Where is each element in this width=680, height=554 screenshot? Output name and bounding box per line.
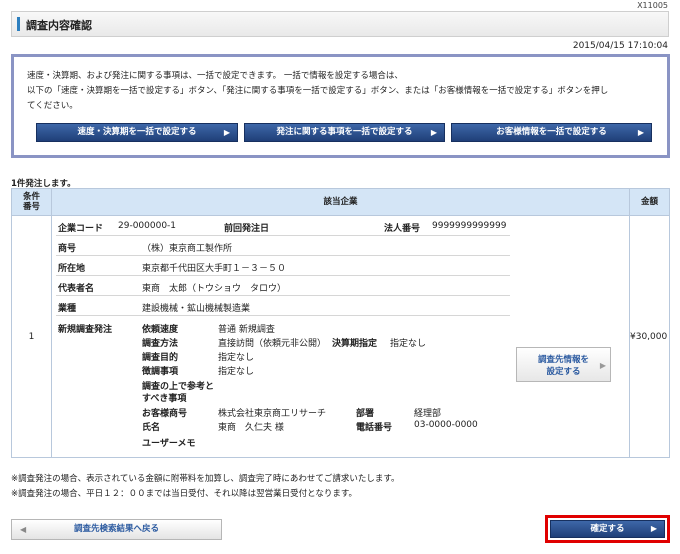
address-row: 所在地 東京都千代田区大手町１－３－５０: [56, 256, 510, 276]
industry-row: 業種 建設機械・鉱山機械製造業: [56, 296, 510, 316]
purpose-value: 指定なし: [218, 353, 255, 363]
fiscal-label: 決算期指定: [332, 339, 378, 349]
timestamp: 2015/04/15 17:10:04: [572, 41, 668, 51]
chevron-right-icon: ▶: [223, 128, 230, 137]
company-code-row: 企業コード 29-000000-1 前回発注日 法人番号 99999999999…: [56, 216, 510, 236]
method-label: 調査方法: [142, 339, 179, 349]
bulk-settings-box: 速度・決算期、および発注に関する事項は、一括で設定できます。 一括で情報を設定す…: [11, 54, 670, 158]
bulk-speed-fiscal-label: 速度・決算期を一括で設定する: [77, 127, 197, 137]
instruction-line-1: 速度・決算期、および発注に関する事項は、一括で設定できます。 一括で情報を設定す…: [27, 71, 403, 81]
note-line-1: ※調査発注の場合、表示されている金額に附帯料を加算し、調査完了時にあわせてご請求…: [11, 474, 400, 484]
company-header: 該当企業: [51, 188, 630, 216]
phone-value: 03-0000-0000: [414, 420, 478, 430]
industry-value: 建設機械・鉱山機械製造業: [142, 304, 251, 314]
set-info-label-line2: 設定する: [546, 367, 581, 377]
representative-row: 代表者名 東商 太郎（トウショウ タロウ）: [56, 276, 510, 296]
company-name-label: 商号: [58, 244, 77, 254]
screen-id: X11005: [637, 1, 668, 10]
company-name-value: （株）東京商工製作所: [142, 244, 233, 254]
condition-number-header: 条件 番号: [11, 188, 52, 216]
page-header: 調査内容確認: [11, 11, 669, 37]
chevron-right-icon: ▶: [430, 128, 437, 137]
company-detail-cell: 企業コード 29-000000-1 前回発注日 法人番号 99999999999…: [51, 215, 630, 458]
amount-header: 金額: [629, 188, 670, 216]
condition-number: 1: [11, 215, 52, 458]
industry-label: 業種: [58, 304, 77, 314]
confirm-button-highlight: 確定する ▶: [545, 515, 670, 543]
address-label: 所在地: [58, 264, 86, 274]
person-value: 東商 久仁夫 様: [218, 423, 284, 433]
address-value: 東京都千代田区大手町１－３－５０: [142, 264, 287, 274]
user-memo-label: ユーザーメモ: [142, 439, 196, 449]
focus-value: 指定なし: [218, 367, 255, 377]
company-code-label: 企業コード: [58, 224, 104, 234]
instruction-line-2: 以下の「速度・決算期を一括で設定する」ボタン、「発注に関する事項を一括で設定する…: [27, 86, 609, 96]
speed-label: 依頼速度: [142, 325, 179, 335]
phone-label: 電話番号: [356, 423, 393, 433]
purpose-label: 調査目的: [142, 353, 179, 363]
corp-number-label: 法人番号: [384, 224, 421, 234]
new-order-section: 新規調査発注 依頼速度 普通 新規調査 調査方法 直接訪問（依頼元非公開） 決算…: [56, 316, 510, 456]
customer-label: お客様商号: [142, 409, 188, 419]
reference-label-line2: すべき事項: [142, 394, 187, 404]
prev-order-label: 前回発注日: [224, 224, 270, 234]
representative-label: 代表者名: [58, 284, 95, 294]
bulk-customer-button[interactable]: お客様情報を一括で設定する ▶: [451, 123, 652, 142]
chevron-right-icon: ▶: [637, 128, 644, 137]
company-detail: 企業コード 29-000000-1 前回発注日 法人番号 99999999999…: [52, 216, 629, 457]
company-code-value: 29-000000-1: [118, 221, 177, 231]
method-value: 直接訪問（依頼元非公開）: [218, 339, 327, 349]
confirm-button[interactable]: 確定する ▶: [550, 520, 665, 538]
notes: ※調査発注の場合、表示されている金額に附帯料を加算し、調査完了時にあわせてご請求…: [11, 472, 400, 502]
header-num-line2: 番号: [22, 202, 40, 212]
instruction-line-3: てください。: [27, 101, 78, 111]
header-accent-bar: [17, 17, 20, 31]
back-to-search-results-button[interactable]: ◀ 調査先検索結果へ戻る: [11, 519, 222, 540]
representative-value: 東商 太郎（トウショウ タロウ）: [142, 284, 287, 294]
department-label: 部署: [356, 409, 375, 419]
table-header-row: 条件 番号 該当企業 金額: [11, 188, 670, 216]
bulk-order-label: 発注に関する事項を一括で設定する: [276, 127, 413, 137]
table-row: 1 企業コード 29-000000-1 前回発注日 法人番号 999999999…: [11, 215, 670, 458]
chevron-right-icon: ▶: [650, 524, 657, 533]
set-info-label-line1: 調査先情報を: [537, 355, 589, 365]
person-label: 氏名: [142, 423, 161, 433]
new-order-label: 新規調査発注: [58, 325, 113, 335]
department-value: 経理部: [414, 409, 442, 419]
order-table: 条件 番号 該当企業 金額 1 企業コード 29-000000-1 前回発注日 …: [11, 188, 670, 458]
set-company-info-button[interactable]: 調査先情報を 設定する ▶: [516, 347, 611, 382]
focus-label: 徴調事項: [142, 367, 179, 377]
page-title: 調査内容確認: [26, 19, 92, 32]
customer-value: 株式会社東京商工リサーチ: [218, 409, 327, 419]
confirm-button-label: 確定する: [590, 524, 625, 534]
corp-number-value: 9999999999999: [432, 221, 507, 231]
bulk-customer-label: お客様情報を一括で設定する: [496, 127, 607, 137]
bulk-order-button[interactable]: 発注に関する事項を一括で設定する ▶: [244, 123, 445, 142]
bulk-speed-fiscal-button[interactable]: 速度・決算期を一括で設定する ▶: [36, 123, 238, 142]
chevron-left-icon: ◀: [20, 525, 27, 534]
speed-value: 普通 新規調査: [218, 325, 275, 335]
amount-value: ¥30,000: [629, 215, 670, 458]
header-num-line1: 条件: [22, 192, 40, 202]
note-line-2: ※調査発注の場合、平日１２：００までは当日受付、それ以降は翌営業日受付となります…: [11, 489, 358, 499]
company-name-row: 商号 （株）東京商工製作所: [56, 236, 510, 256]
bulk-settings-instructions: 速度・決算期、および発注に関する事項は、一括で設定できます。 一括で情報を設定す…: [27, 69, 657, 114]
back-button-label: 調査先検索結果へ戻る: [73, 524, 159, 534]
fiscal-value: 指定なし: [390, 339, 427, 349]
chevron-right-icon: ▶: [599, 361, 606, 370]
